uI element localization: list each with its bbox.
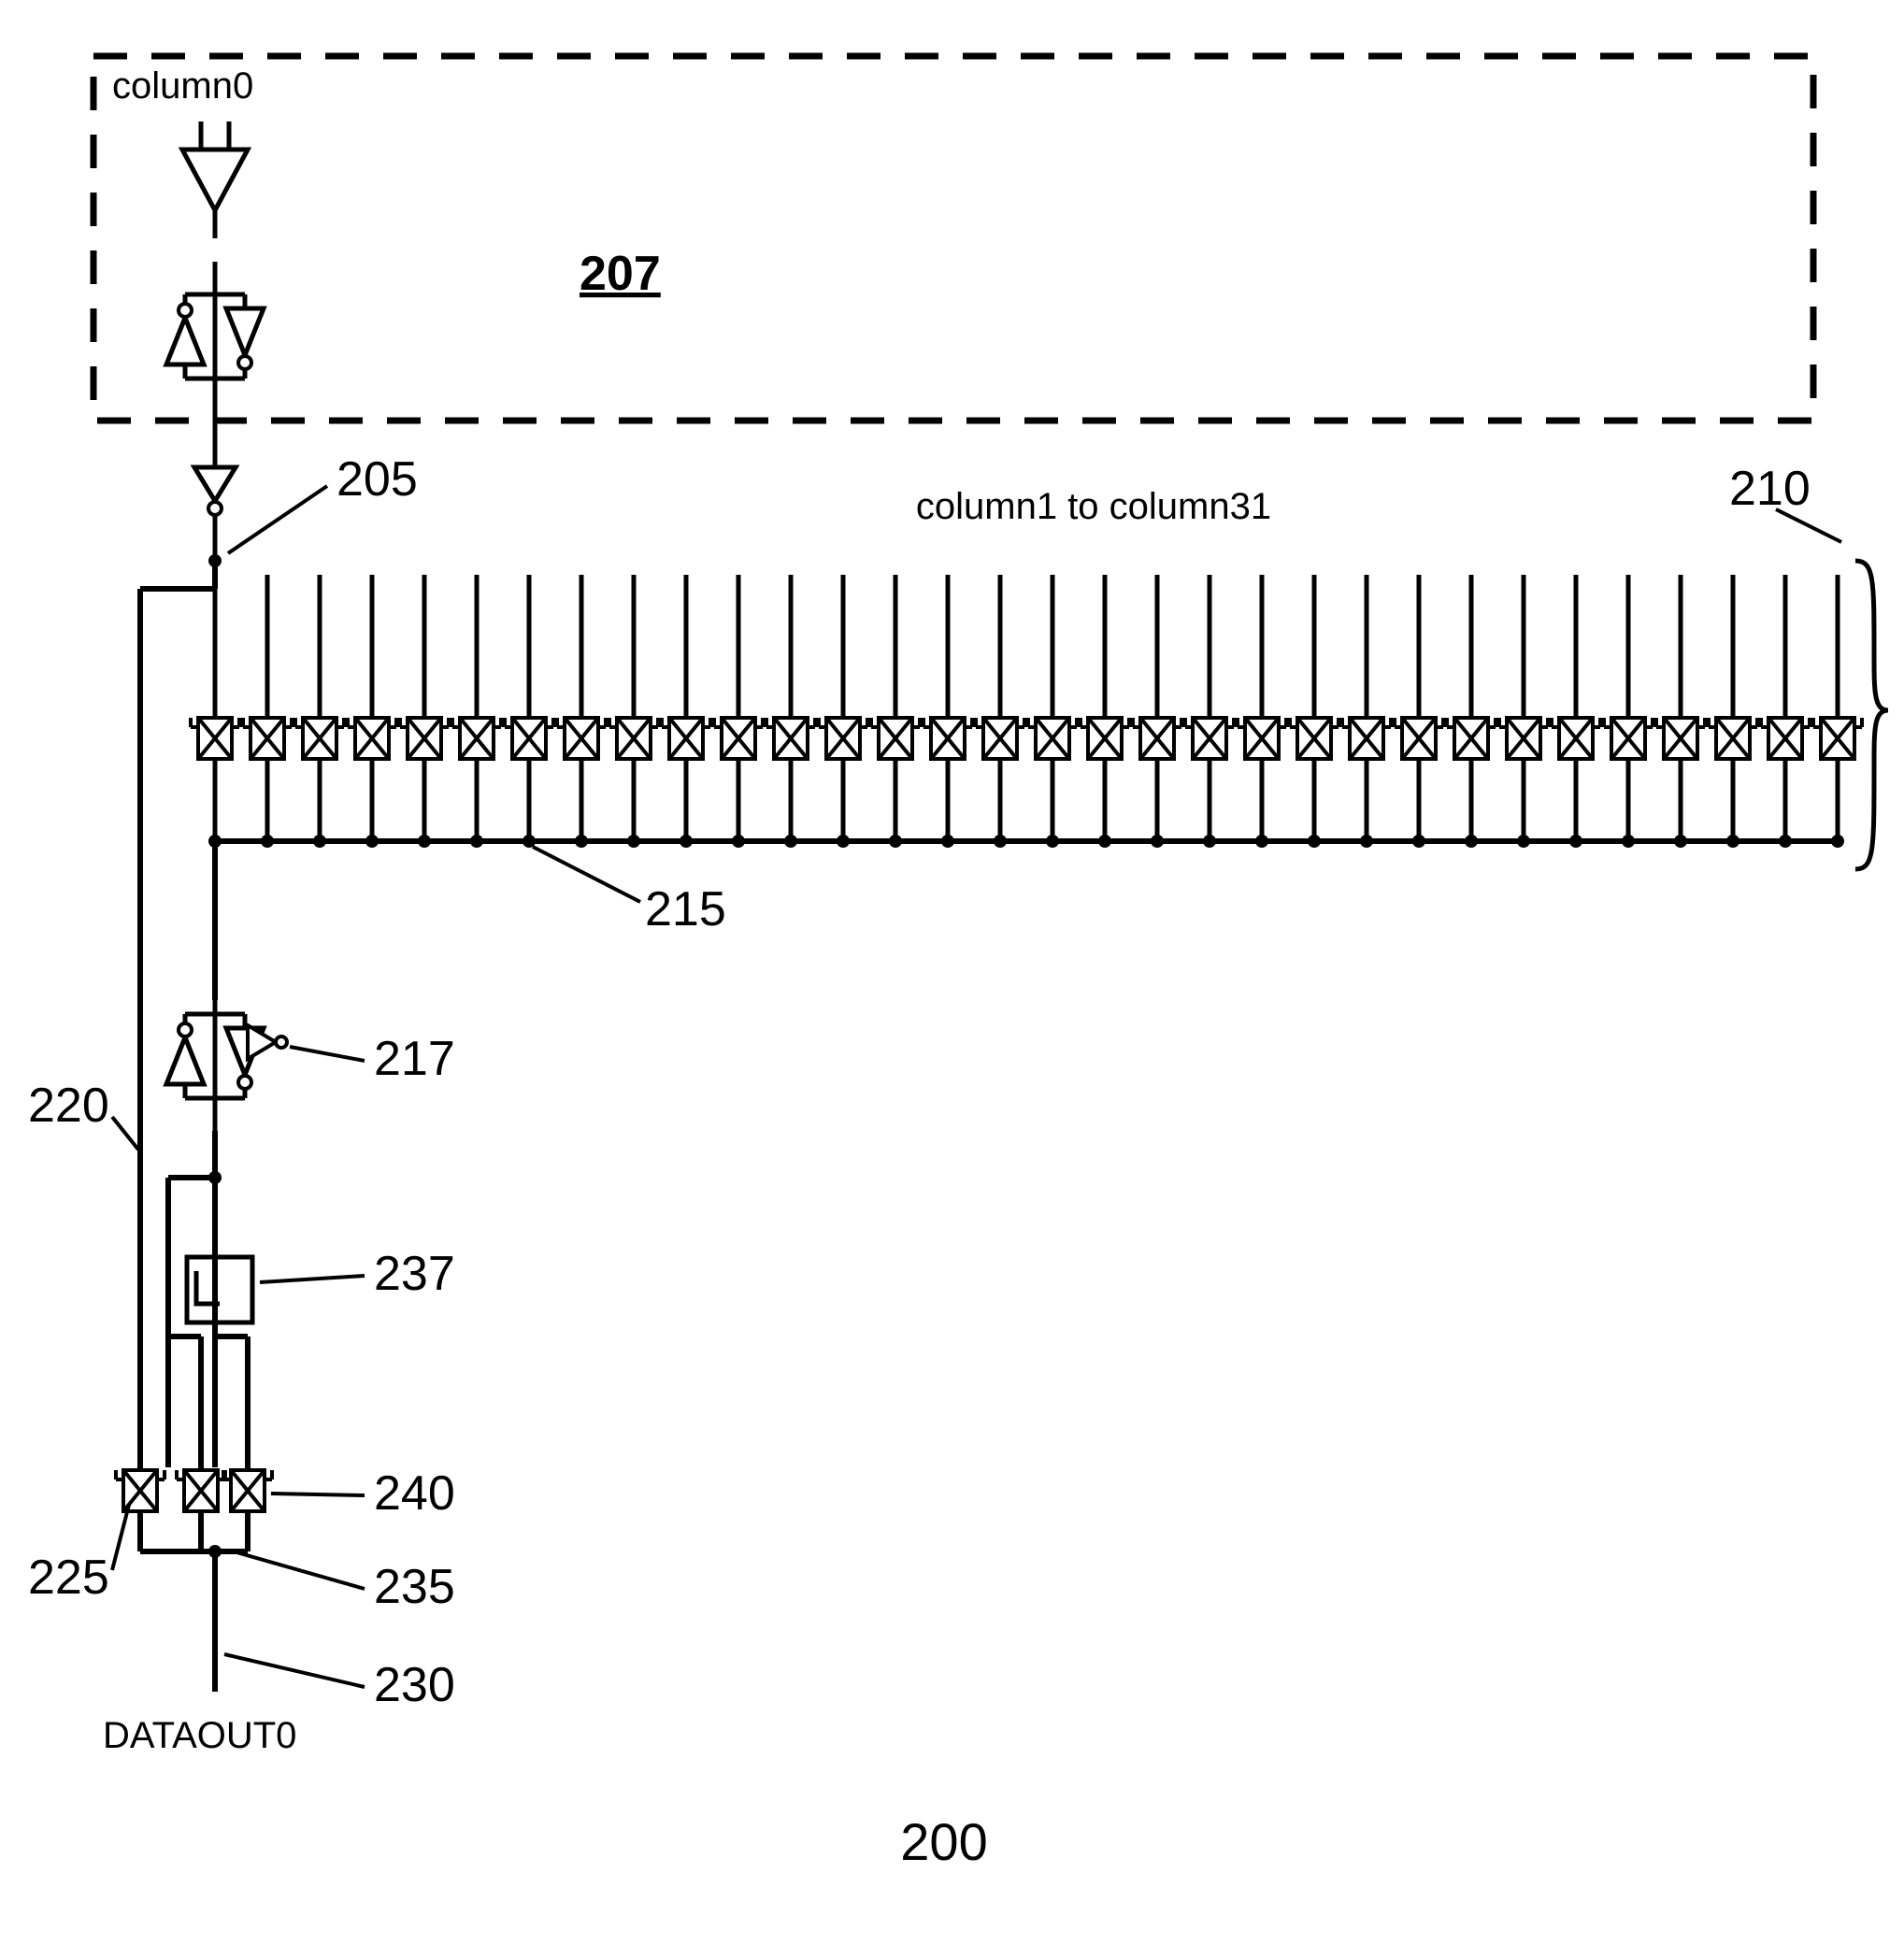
ref-237-leader <box>260 1276 365 1282</box>
column-passgate-15 <box>976 718 1024 759</box>
column-passgate-30 <box>1761 718 1810 759</box>
ref-207-text: 207 <box>580 247 661 301</box>
column-passgate-26 <box>1552 718 1600 759</box>
column-passgate-22 <box>1342 718 1391 759</box>
ref-230-text: 230 <box>374 1658 455 1712</box>
ref-217-text: 217 <box>374 1032 455 1086</box>
column-passgate-13 <box>871 718 920 759</box>
passgate-240 <box>223 1470 272 1511</box>
column-passgate-2 <box>295 718 344 759</box>
ref-200-text: 200 <box>900 1812 987 1871</box>
column-passgate-14 <box>923 718 972 759</box>
column-passgate-10 <box>714 718 763 759</box>
ref-210-text: 210 <box>1729 462 1811 516</box>
column-array <box>191 561 1862 848</box>
columns-brace <box>1855 561 1888 869</box>
column-passgate-24 <box>1447 718 1496 759</box>
column-passgate-11 <box>766 718 815 759</box>
ref-235-text: 235 <box>374 1560 455 1614</box>
ref-237-text: 237 <box>374 1247 455 1301</box>
column-passgate-9 <box>662 718 710 759</box>
column-passgate-28 <box>1656 718 1705 759</box>
passgate-225 <box>116 1470 165 1511</box>
ref-235-leader <box>234 1551 365 1589</box>
column-passgate-29 <box>1709 718 1757 759</box>
circuit-diagram: column0 207 205 column1 to column31 215 … <box>0 0 1904 1939</box>
column-passgate-0 <box>191 718 239 759</box>
column-passgate-25 <box>1499 718 1548 759</box>
column-passgate-17 <box>1081 718 1129 759</box>
column-range-label: column1 to column31 <box>916 486 1271 527</box>
column-passgate-20 <box>1238 718 1286 759</box>
component-237 <box>187 1257 252 1322</box>
column-passgate-3 <box>348 718 396 759</box>
column-passgate-16 <box>1028 718 1077 759</box>
column0-input-buffer <box>182 122 248 238</box>
column-passgate-5 <box>452 718 501 759</box>
column-passgate-31 <box>1813 718 1862 759</box>
column-passgate-8 <box>609 718 658 759</box>
column-passgate-27 <box>1604 718 1653 759</box>
group-207-box <box>93 56 1813 421</box>
ref-240-text: 240 <box>374 1466 455 1521</box>
ref-217-leader <box>290 1047 365 1061</box>
column-passgate-1 <box>243 718 292 759</box>
passgate-235 <box>177 1470 225 1511</box>
ref-220-leader <box>112 1117 138 1150</box>
ref-230-leader <box>224 1654 365 1687</box>
column0-label: column0 <box>112 65 253 107</box>
column-passgate-23 <box>1395 718 1443 759</box>
column0-latch-top <box>166 262 264 411</box>
ref-225-text: 225 <box>28 1551 109 1605</box>
column-passgate-21 <box>1290 718 1339 759</box>
latch-217-side-inv <box>248 1025 287 1059</box>
column-passgate-18 <box>1133 718 1181 759</box>
column-passgate-19 <box>1185 718 1234 759</box>
ref-240-leader <box>271 1494 365 1495</box>
ref-225-leader <box>112 1505 129 1570</box>
column-passgate-12 <box>819 718 867 759</box>
ref-215-leader <box>533 847 640 902</box>
dataout-label: DATAOUT0 <box>103 1715 296 1756</box>
column0-output-inverter <box>194 467 236 515</box>
column-passgate-7 <box>557 718 606 759</box>
column-passgate-4 <box>400 718 449 759</box>
ref-205-text: 205 <box>336 452 418 507</box>
ref-215-text: 215 <box>645 882 726 936</box>
ref-205-leader <box>228 486 327 553</box>
column-passgate-6 <box>505 718 553 759</box>
ref-220-text: 220 <box>28 1079 109 1133</box>
